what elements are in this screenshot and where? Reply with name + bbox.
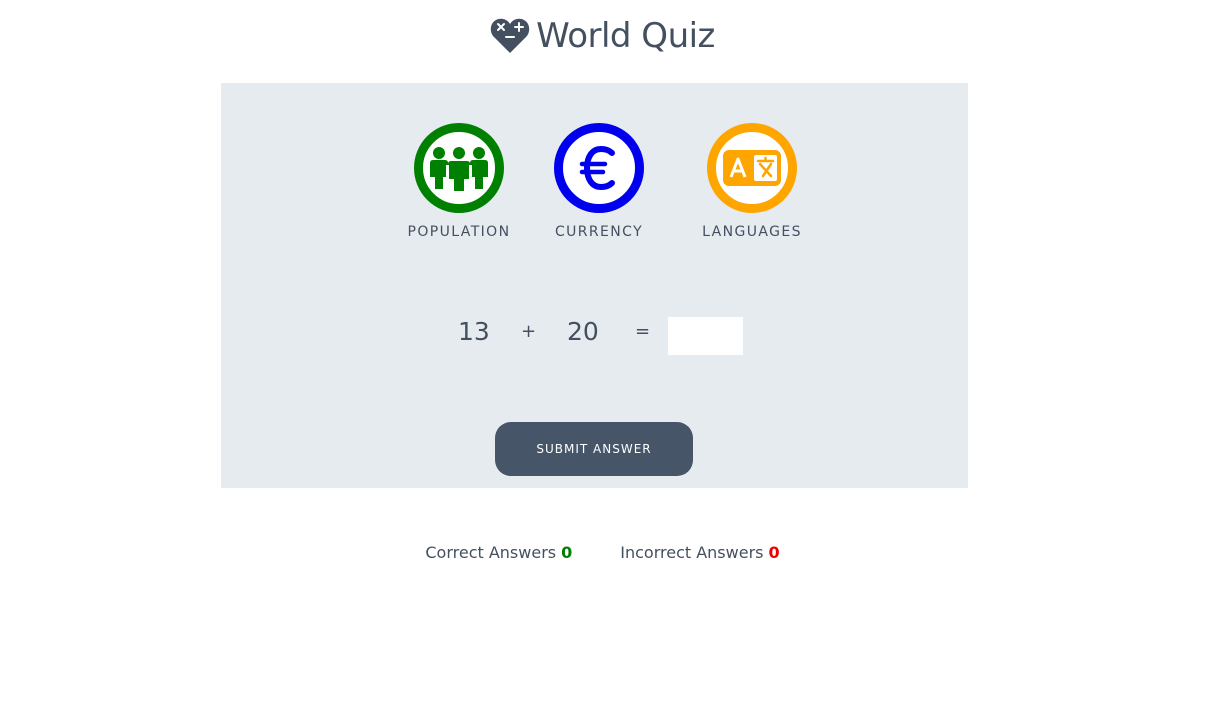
euro-currency-icon (579, 145, 615, 191)
operand-a: 13 (458, 317, 490, 346)
category-population[interactable]: POPULATION (399, 123, 519, 240)
math-equation: 13 + 20 = (221, 317, 968, 355)
population-icon-ring (414, 123, 504, 213)
correct-answers-count: 0 (561, 543, 573, 562)
category-population-label: POPULATION (407, 224, 511, 240)
header: World Quiz (0, 14, 1205, 58)
category-currency-label: CURRENCY (554, 224, 644, 240)
equals-sign: = (635, 321, 651, 342)
currency-icon-ring (554, 123, 644, 213)
correct-answers-label: Correct Answers (425, 543, 557, 562)
correct-answers: Correct Answers 0 (425, 543, 572, 562)
operand-b: 20 (567, 317, 599, 346)
operator-sign: + (521, 321, 537, 342)
score-summary: Correct Answers 0 Incorrect Answers 0 (0, 543, 1205, 562)
translate-icon (723, 150, 781, 186)
category-currency[interactable]: CURRENCY (539, 123, 659, 240)
category-languages-label: LANGUAGES (702, 224, 802, 240)
languages-icon-ring (707, 123, 797, 213)
incorrect-answers-label: Incorrect Answers (620, 543, 764, 562)
incorrect-answers: Incorrect Answers 0 (620, 543, 779, 562)
brand: World Quiz (490, 17, 715, 55)
population-icon (430, 147, 488, 191)
math-heart-logo-icon (490, 18, 530, 53)
page-title: World Quiz (536, 16, 715, 56)
submit-answer-button[interactable]: SUBMIT ANSWER (495, 422, 693, 476)
quiz-panel: POPULATION CURRENCY LANGUAGES 13 + 20 = (221, 83, 968, 488)
incorrect-answers-count: 0 (768, 543, 780, 562)
answer-input[interactable] (668, 317, 743, 355)
category-languages[interactable]: LANGUAGES (692, 123, 812, 240)
